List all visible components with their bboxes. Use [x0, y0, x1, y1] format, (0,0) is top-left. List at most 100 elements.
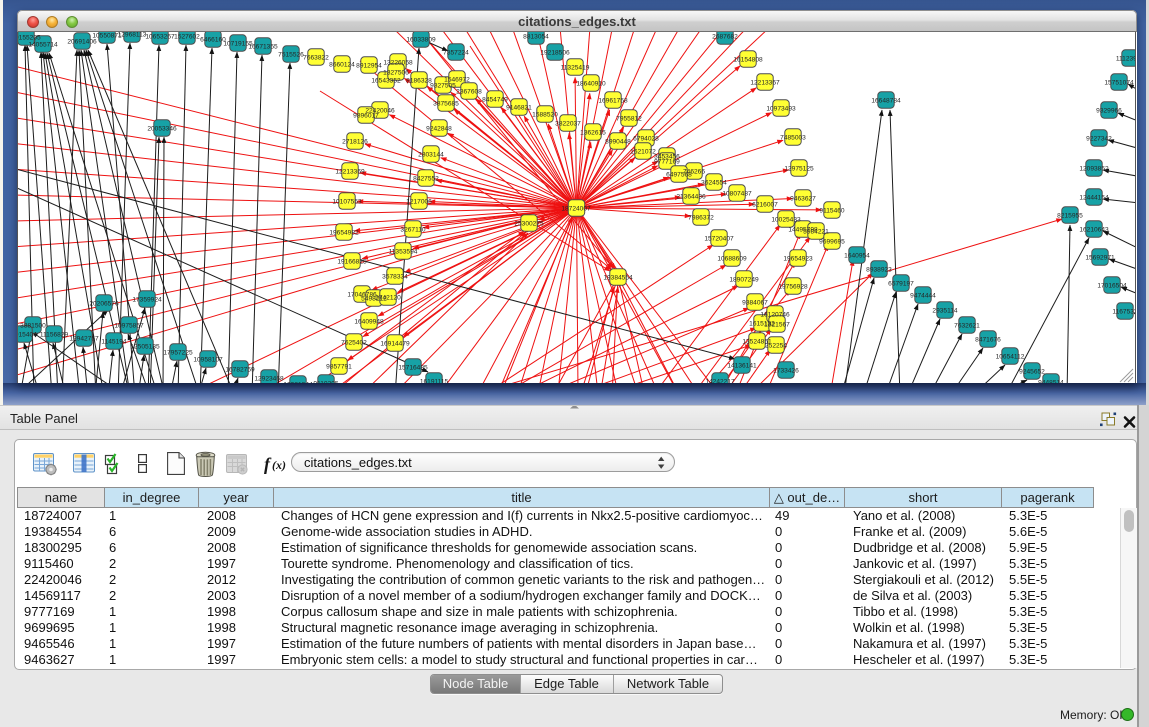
svg-text:6466160: 6466160	[200, 37, 226, 44]
svg-text:6497568: 6497568	[666, 172, 692, 179]
svg-text:9245652: 9245652	[1019, 369, 1045, 376]
svg-text:1733426: 1733426	[773, 368, 799, 375]
svg-text:16543352: 16543352	[371, 78, 401, 85]
svg-text:8990448: 8990448	[605, 139, 631, 146]
svg-text:20206576: 20206576	[89, 301, 119, 308]
svg-text:6794028: 6794028	[633, 136, 659, 143]
svg-text:10958107: 10958107	[193, 357, 223, 364]
svg-text:3875685: 3875685	[433, 101, 459, 108]
svg-text:2367608: 2367608	[456, 89, 482, 96]
svg-text:19756928: 19756928	[778, 284, 808, 291]
svg-text:10975857: 10975857	[114, 323, 144, 330]
svg-text:20691406: 20691406	[67, 39, 97, 46]
svg-text:19384554: 19384554	[603, 275, 633, 282]
svg-text:9384067: 9384067	[742, 300, 768, 307]
svg-text:7986372: 7986372	[688, 215, 714, 222]
svg-text:8912954: 8912954	[356, 63, 382, 70]
svg-text:3915404: 3915404	[18, 332, 37, 339]
svg-text:9896017: 9896017	[353, 113, 379, 120]
svg-text:16782759: 16782759	[225, 367, 255, 374]
svg-text:9329966: 9329966	[1096, 108, 1122, 115]
svg-text:10654112: 10654112	[996, 354, 1025, 361]
svg-text:7625402: 7625402	[341, 340, 367, 347]
svg-text:7663822: 7663822	[303, 55, 329, 62]
svg-text:12213367: 12213367	[750, 80, 780, 87]
svg-text:f: f	[264, 454, 272, 474]
svg-text:8454749: 8454749	[482, 97, 508, 104]
svg-text:12213369: 12213369	[335, 169, 365, 176]
svg-text:6579197: 6579197	[888, 281, 914, 288]
svg-text:8813054: 8813054	[523, 34, 549, 41]
svg-text:9777169: 9777169	[654, 159, 680, 166]
svg-text:15720407: 15720407	[704, 236, 734, 243]
svg-text:8938923: 8938923	[866, 267, 892, 274]
svg-text:7515526: 7515526	[278, 52, 304, 59]
svg-text:10025433: 10025433	[771, 217, 801, 224]
svg-text:10688609: 10688609	[717, 256, 747, 263]
svg-text:19654982: 19654982	[329, 230, 359, 237]
svg-text:16154808: 16154808	[733, 57, 763, 64]
svg-text:16210643: 16210643	[1079, 227, 1109, 234]
svg-text:12444154: 12444154	[1079, 195, 1109, 202]
svg-text:252254: 252254	[765, 343, 787, 350]
svg-text:19218506: 19218506	[540, 50, 570, 57]
svg-text:1362615: 1362615	[580, 130, 606, 137]
svg-text:11353594: 11353594	[389, 249, 418, 256]
svg-text:14136141: 14136141	[727, 363, 757, 370]
svg-text:9146821: 9146821	[506, 105, 532, 112]
svg-text:16120746: 16120746	[760, 312, 790, 319]
svg-text:1546972: 1546972	[444, 77, 470, 84]
svg-text:11123939: 11123939	[1116, 56, 1136, 63]
svg-text:8215955: 8215955	[1057, 213, 1083, 220]
svg-text:9699695: 9699695	[819, 239, 845, 246]
svg-text:2718126: 2718126	[342, 139, 368, 146]
svg-text:9242848: 9242848	[426, 126, 452, 133]
svg-text:19166825: 19166825	[337, 259, 367, 266]
svg-text:1640954: 1640954	[844, 253, 870, 260]
svg-text:3822037: 3822037	[555, 121, 581, 128]
svg-text:8186328: 8186328	[406, 78, 432, 85]
svg-text:11156829: 11156829	[40, 332, 69, 339]
svg-text:5984221: 5984221	[803, 229, 829, 236]
svg-text:16033809: 16033809	[406, 37, 436, 44]
svg-text:8427552: 8427552	[413, 176, 439, 183]
svg-text:15751074: 15751074	[1104, 80, 1134, 87]
svg-text:16961758: 16961758	[598, 98, 628, 105]
svg-text:20053346: 20053346	[147, 126, 177, 133]
svg-text:10973493: 10973493	[766, 106, 796, 113]
svg-text:9448514: 9448514	[1038, 380, 1064, 383]
svg-text:1327506: 1327506	[383, 70, 409, 77]
svg-text:14055714: 14055714	[28, 42, 58, 49]
svg-text:1145194: 1145194	[101, 339, 127, 346]
svg-text:21364436: 21364436	[676, 194, 706, 201]
svg-text:3624554: 3624554	[701, 180, 727, 187]
svg-text:16648784: 16648784	[871, 98, 901, 105]
svg-text:7955812: 7955812	[616, 116, 642, 123]
svg-text:14242217: 14242217	[705, 379, 735, 383]
svg-text:13226058: 13226058	[383, 60, 413, 67]
svg-text:12975125: 12975125	[784, 166, 814, 173]
svg-text:10107553: 10107553	[332, 199, 362, 206]
svg-text:12923468: 12923468	[254, 376, 284, 383]
svg-text:10921344: 10921344	[283, 382, 313, 383]
svg-text:18640910: 18640910	[576, 81, 606, 88]
svg-text:1217006: 1217006	[406, 199, 432, 206]
svg-text:15692971: 15692971	[1085, 255, 1115, 262]
svg-text:25300275: 25300275	[514, 221, 544, 228]
svg-text:17957225: 17957225	[163, 350, 193, 357]
svg-text:7357224: 7357224	[443, 50, 469, 57]
svg-text:2687682: 2687682	[712, 34, 738, 41]
svg-text:9327505: 9327505	[430, 83, 456, 90]
svg-text:9227342: 9227342	[1086, 136, 1112, 143]
svg-text:9857791: 9857791	[326, 364, 352, 371]
svg-text:1588520: 1588520	[532, 112, 558, 119]
svg-text:(x): (x)	[272, 458, 286, 472]
svg-text:8660124: 8660124	[329, 62, 355, 69]
svg-text:16671355: 16671355	[248, 44, 278, 51]
svg-text:17359924: 17359924	[132, 297, 162, 304]
svg-text:1167533: 1167533	[1112, 309, 1136, 316]
svg-text:12093852: 12093852	[1079, 166, 1109, 173]
svg-text:3881500: 3881500	[20, 323, 46, 330]
svg-text:16409948: 16409948	[354, 319, 384, 326]
svg-text:3267110: 3267110	[400, 227, 426, 234]
